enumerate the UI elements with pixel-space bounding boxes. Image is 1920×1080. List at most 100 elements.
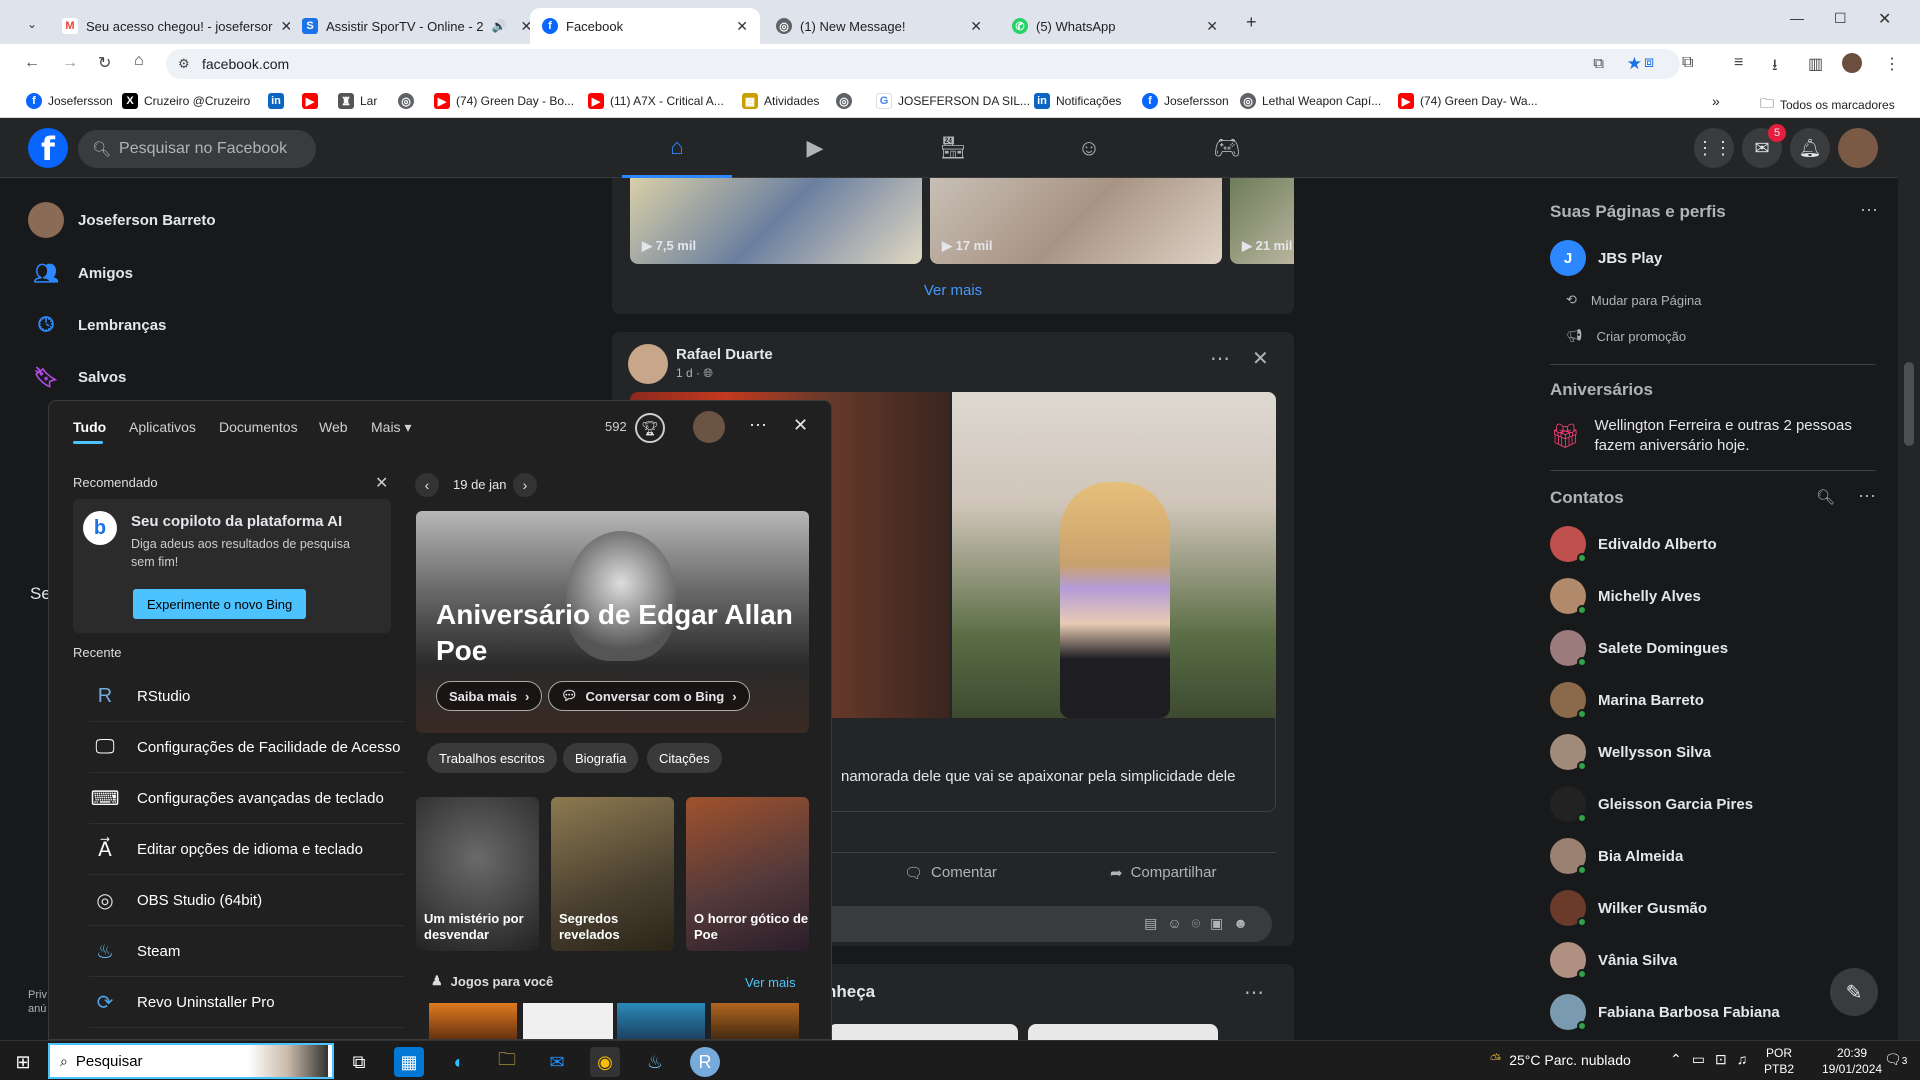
- more-options-icon[interactable]: ⋯: [1244, 980, 1264, 1005]
- bookmark[interactable]: ◎ Lethal Weapon Capí...: [1240, 93, 1381, 109]
- create-promo-link[interactable]: 📢︎ Criar promoção: [1566, 328, 1686, 344]
- bookmark[interactable]: X Cruzeiro @Cruzeiro: [122, 93, 250, 109]
- all-bookmarks-folder[interactable]: 🗀 Todos os marcadores: [1760, 93, 1895, 117]
- notification-center-icon[interactable]: 🗨︎3: [1884, 1051, 1907, 1068]
- bookmark[interactable]: ♜ Lar: [338, 93, 377, 109]
- recent-item[interactable]: ⟳ Revo Uninstaller Pro: [89, 977, 404, 1028]
- bookmark-star-icon[interactable]: ★: [1627, 54, 1642, 74]
- contact-item[interactable]: Vânia Silva: [1550, 942, 1677, 979]
- close-icon[interactable]: ✕: [375, 473, 388, 493]
- chip-quotes[interactable]: Citações: [647, 743, 722, 773]
- nav-home-icon[interactable]: ⌂: [622, 118, 732, 178]
- birthday-item[interactable]: 🎁︎ Wellington Ferreira e outras 2 pessoa…: [1550, 416, 1884, 456]
- see-more-games-link[interactable]: Ver mais: [745, 975, 796, 990]
- browser-tab[interactable]: ◎ (1) New Message! ✕: [764, 8, 994, 44]
- recent-item[interactable]: A⃗ Editar opções de idioma e teclado: [89, 824, 404, 875]
- bookmark[interactable]: ▶ (74) Green Day - Bo...: [434, 93, 574, 109]
- system-tray-icons[interactable]: ⌃▭⊡♫: [1670, 1051, 1757, 1068]
- contact-item[interactable]: Wellysson Silva: [1550, 734, 1711, 771]
- maximize-icon[interactable]: ☐: [1834, 10, 1847, 27]
- facebook-logo[interactable]: f: [28, 128, 68, 168]
- search-icon[interactable]: 🔍︎: [1816, 488, 1835, 506]
- more-bookmarks-icon[interactable]: »: [1712, 93, 1720, 109]
- menu-icon[interactable]: ⋮: [1884, 54, 1900, 74]
- nav-marketplace-icon[interactable]: 🏪︎: [898, 118, 1008, 178]
- weather-widget[interactable]: ⛅︎ 25°C Parc. nublado: [1490, 1051, 1631, 1068]
- game-thumb[interactable]: [523, 1003, 613, 1039]
- store-icon[interactable]: ▦: [394, 1047, 424, 1077]
- share-button[interactable]: ➦ Compartilhar: [1110, 864, 1216, 882]
- trophy-icon[interactable]: 🏆︎: [635, 413, 665, 443]
- left-nav-memories[interactable]: 🕓︎ Lembranças: [28, 307, 166, 343]
- language-indicator[interactable]: POR PTB2: [1764, 1045, 1794, 1077]
- menu-grid-icon[interactable]: ⋮⋮: [1694, 128, 1734, 168]
- new-tab-icon[interactable]: +: [1246, 12, 1257, 33]
- recent-item[interactable]: R RStudio: [89, 671, 404, 722]
- extensions-icon[interactable]: ⧉: [1682, 54, 1693, 72]
- clock[interactable]: 20:39 19/01/2024: [1822, 1045, 1882, 1077]
- browser-tab[interactable]: S Assistir SporTV - Online - 2 🔊 ✕: [290, 8, 530, 44]
- recent-item[interactable]: ♨ Steam: [89, 926, 404, 977]
- bookmark[interactable]: ◎: [398, 93, 414, 109]
- browser-tab[interactable]: M Seu acesso chegou! - josefersor ✕: [50, 8, 290, 44]
- more-options-icon[interactable]: ⋯: [749, 415, 767, 436]
- tab-search-icon[interactable]: ⌄: [18, 12, 46, 36]
- contact-item[interactable]: Gleisson Garcia Pires: [1550, 786, 1753, 823]
- user-avatar[interactable]: [693, 411, 725, 443]
- messenger-icon[interactable]: ✉ 5: [1742, 124, 1786, 168]
- chip-writings[interactable]: Trabalhos escritos: [427, 743, 557, 773]
- minimize-icon[interactable]: —: [1790, 10, 1804, 26]
- game-thumb[interactable]: [711, 1003, 799, 1039]
- tab-documents[interactable]: Documentos: [219, 419, 298, 435]
- notifications-icon[interactable]: 🔔︎: [1790, 128, 1830, 168]
- nav-gaming-icon[interactable]: 🎮︎: [1172, 118, 1282, 178]
- download-icon[interactable]: ⭳: [1772, 54, 1778, 81]
- more-options-icon[interactable]: ⋯: [1210, 346, 1230, 371]
- browser-tab-active[interactable]: f Facebook ✕: [530, 8, 760, 44]
- reel-thumbnail[interactable]: ▶ 7,5 mil: [630, 178, 922, 264]
- home-icon[interactable]: ⌂: [134, 52, 144, 70]
- task-view-icon[interactable]: ⧉: [344, 1047, 374, 1077]
- recent-item[interactable]: 🖵︎ Configurações de Facilidade de Acesso: [89, 722, 404, 773]
- story-tile[interactable]: Segredos revelados: [551, 797, 674, 951]
- comment-button[interactable]: 🗨︎ Comentar: [904, 864, 997, 882]
- nav-video-icon[interactable]: ▶: [760, 118, 870, 178]
- close-tab-icon[interactable]: ✕: [1206, 18, 1218, 35]
- translate-icon[interactable]: ⧈: [1644, 54, 1654, 72]
- reel-thumbnail[interactable]: ▶ 17 mil: [930, 178, 1222, 264]
- profile-avatar[interactable]: [1842, 53, 1862, 73]
- bookmark[interactable]: ▶ (74) Green Day- Wa...: [1398, 93, 1538, 109]
- bookmark[interactable]: in: [268, 93, 284, 109]
- game-thumb[interactable]: [429, 1003, 517, 1039]
- tab-web[interactable]: Web: [319, 419, 348, 435]
- media-icon[interactable]: ≡: [1734, 54, 1743, 72]
- bookmark[interactable]: ▦ Atividades: [742, 93, 819, 109]
- story-tile[interactable]: O horror gótico de Poe: [686, 797, 809, 951]
- prev-icon[interactable]: ‹: [415, 473, 439, 497]
- game-thumb[interactable]: [617, 1003, 705, 1039]
- back-icon[interactable]: ←: [24, 54, 40, 72]
- recent-item[interactable]: ⌨ Configurações avançadas de teclado: [89, 773, 404, 824]
- tab-all[interactable]: Tudo: [73, 419, 106, 435]
- close-tab-icon[interactable]: ✕: [280, 18, 290, 35]
- chip-biography[interactable]: Biografia: [563, 743, 639, 773]
- contact-item[interactable]: Wilker Gusmão: [1550, 890, 1707, 927]
- sidepanel-icon[interactable]: ▥: [1808, 54, 1823, 74]
- bookmark[interactable]: f Josefersson: [26, 93, 113, 109]
- contact-item[interactable]: Fabiana Barbosa Fabiana: [1550, 994, 1780, 1031]
- bookmark[interactable]: f Josefersson: [1142, 93, 1229, 109]
- close-icon[interactable]: ✕: [1252, 346, 1269, 371]
- left-nav-friends[interactable]: 👥︎ Amigos: [28, 255, 133, 291]
- close-tab-icon[interactable]: ✕: [970, 18, 982, 35]
- left-nav-profile[interactable]: Joseferson Barreto: [28, 202, 216, 238]
- account-avatar[interactable]: [1838, 128, 1878, 168]
- file-explorer-icon[interactable]: 🗀: [492, 1047, 522, 1077]
- comment-tools-icon[interactable]: ▤☺⌾▣☻: [1144, 915, 1258, 932]
- try-bing-button[interactable]: Experimente o novo Bing: [133, 589, 307, 619]
- close-window-icon[interactable]: ✕: [1878, 9, 1891, 29]
- more-options-icon[interactable]: ⋯: [1858, 486, 1876, 507]
- speaker-icon[interactable]: 🔊: [492, 19, 507, 33]
- chrome-icon[interactable]: ◉: [590, 1047, 620, 1077]
- scrollbar[interactable]: [1898, 118, 1920, 1040]
- contact-item[interactable]: Michelly Alves: [1550, 578, 1701, 615]
